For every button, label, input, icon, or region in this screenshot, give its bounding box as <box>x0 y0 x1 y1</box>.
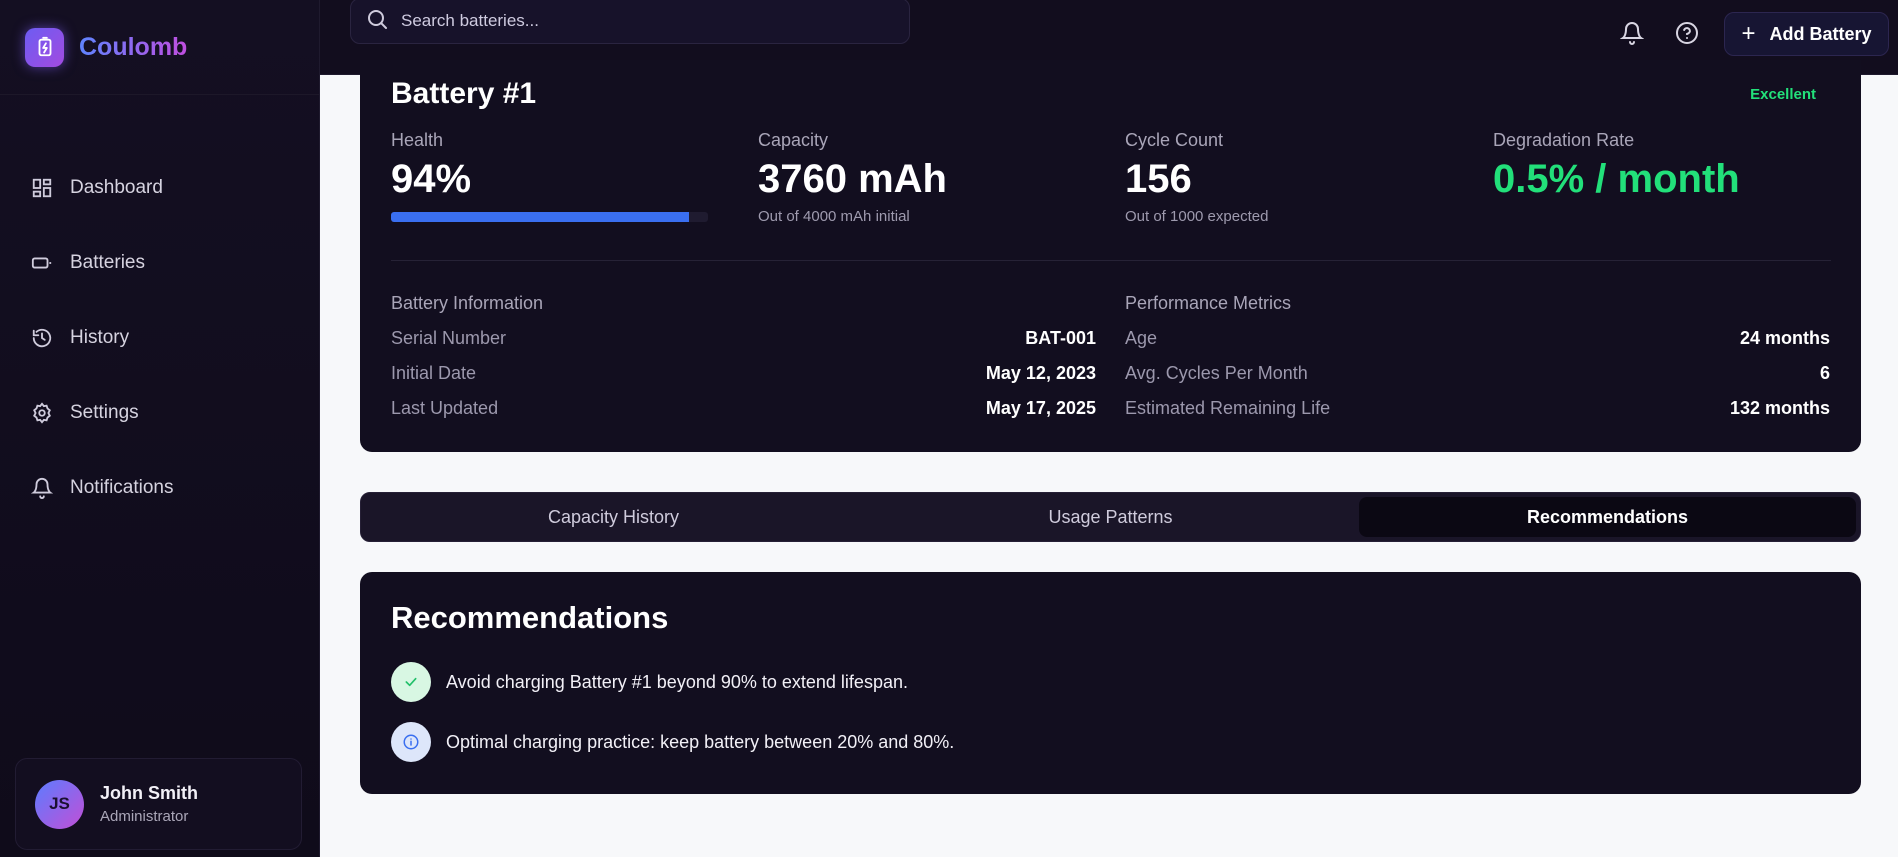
info-row: Estimated Remaining Life 132 months <box>1125 398 1830 433</box>
add-battery-label: Add Battery <box>1769 23 1872 44</box>
health-progress-fill <box>391 212 689 222</box>
brand[interactable]: Coulomb <box>0 0 319 95</box>
sidebar-item-history[interactable]: History <box>0 300 319 375</box>
sidebar-item-batteries[interactable]: Batteries <box>0 225 319 300</box>
info-row: Serial Number BAT-001 <box>391 328 1096 363</box>
add-battery-button[interactable]: + Add Battery <box>1724 12 1889 56</box>
sidebar-nav: Dashboard Batteries History Settings Not… <box>0 150 319 525</box>
metric-sub: Out of 1000 expected <box>1125 208 1269 225</box>
metric-value: 0.5% / month <box>1493 157 1740 201</box>
sidebar-item-dashboard[interactable]: Dashboard <box>0 150 319 225</box>
health-metric: Health 94% <box>391 130 711 222</box>
user-role: Administrator <box>100 808 189 825</box>
info-row: Age 24 months <box>1125 328 1830 363</box>
dashboard-icon <box>30 176 54 200</box>
tab-usage-patterns[interactable]: Usage Patterns <box>862 497 1359 537</box>
info-icon <box>391 722 431 762</box>
info-row: Last Updated May 17, 2025 <box>391 398 1096 433</box>
sidebar-item-notifications[interactable]: Notifications <box>0 450 319 525</box>
battery-logo-icon <box>25 27 64 67</box>
section-heading: Battery Information <box>391 293 544 313</box>
sidebar-item-label: Dashboard <box>70 176 163 198</box>
recommendation-text: Optimal charging practice: keep battery … <box>446 731 955 752</box>
info-value: May 17, 2025 <box>985 398 1096 418</box>
sidebar-item-settings[interactable]: Settings <box>0 375 319 450</box>
battery-title: Battery #1 <box>391 77 537 110</box>
status-badge: Excellent <box>1750 86 1816 103</box>
info-value: May 12, 2023 <box>985 363 1096 383</box>
detail-tabs: Capacity History Usage Patterns Recommen… <box>360 492 1861 542</box>
app-name: Coulomb <box>79 32 188 61</box>
info-key: Estimated Remaining Life <box>1125 398 1331 418</box>
search-icon <box>365 7 389 36</box>
search-box[interactable] <box>350 0 910 44</box>
info-value: 132 months <box>1729 398 1830 418</box>
avatar: JS <box>35 779 84 829</box>
info-key: Initial Date <box>391 363 477 383</box>
sidebar-item-label: Settings <box>70 401 139 423</box>
sidebar-item-label: Batteries <box>70 251 145 273</box>
bell-icon <box>30 476 54 500</box>
info-row: Initial Date May 12, 2023 <box>391 363 1096 398</box>
info-key: Last Updated <box>391 398 499 418</box>
recommendations-card: Recommendations Avoid charging Battery #… <box>360 572 1861 794</box>
sidebar-item-label: Notifications <box>70 476 174 498</box>
section-heading: Performance Metrics <box>1125 293 1292 313</box>
user-name: John Smith <box>100 783 198 803</box>
battery-icon <box>30 251 54 275</box>
info-key: Serial Number <box>391 328 507 348</box>
tab-capacity-history[interactable]: Capacity History <box>365 497 862 537</box>
recommendation-item: Optimal charging practice: keep battery … <box>391 722 954 762</box>
notifications-bell-icon[interactable] <box>1619 20 1645 46</box>
info-value: BAT-001 <box>1025 328 1096 348</box>
metric-value: 156 <box>1125 157 1192 201</box>
sidebar-item-label: History <box>70 326 130 348</box>
metric-value: 3760 mAh <box>758 157 947 201</box>
sidebar: Coulomb Dashboard Batteries History Sett… <box>0 0 320 857</box>
recommendation-item: Avoid charging Battery #1 beyond 90% to … <box>391 662 908 702</box>
metric-label: Capacity <box>758 130 829 150</box>
info-key: Age <box>1125 328 1158 348</box>
history-icon <box>30 326 54 350</box>
metric-label: Health <box>391 130 444 150</box>
performance-metrics: Performance Metrics Age 24 months Avg. C… <box>1125 293 1830 433</box>
metric-label: Cycle Count <box>1125 130 1224 150</box>
plus-icon: + <box>1741 20 1756 47</box>
metric-label: Degradation Rate <box>1493 130 1635 150</box>
cycle-count-metric: Cycle Count 156 Out of 1000 expected <box>1125 130 1445 225</box>
info-row: Avg. Cycles Per Month 6 <box>1125 363 1830 398</box>
divider <box>391 260 1831 261</box>
user-profile[interactable]: JS John Smith Administrator <box>15 758 302 850</box>
help-icon[interactable] <box>1674 20 1700 46</box>
recommendation-text: Avoid charging Battery #1 beyond 90% to … <box>446 671 908 692</box>
degradation-metric: Degradation Rate 0.5% / month <box>1493 130 1853 202</box>
info-key: Avg. Cycles Per Month <box>1125 363 1308 383</box>
battery-information: Battery Information Serial Number BAT-00… <box>391 293 1096 433</box>
battery-overview-card: Battery #1 Excellent Health 94% Capacity… <box>360 60 1861 452</box>
capacity-metric: Capacity 3760 mAh Out of 4000 mAh initia… <box>758 130 1078 225</box>
info-value: 24 months <box>1739 328 1830 348</box>
metric-value: 94% <box>391 157 472 201</box>
info-value: 6 <box>1819 363 1830 383</box>
metric-sub: Out of 4000 mAh initial <box>758 208 910 225</box>
gear-icon <box>30 401 54 425</box>
check-icon <box>391 662 431 702</box>
health-progress-bar <box>391 212 708 222</box>
recommendations-title: Recommendations <box>391 600 669 635</box>
tab-recommendations[interactable]: Recommendations <box>1359 497 1856 537</box>
search-input[interactable] <box>401 11 881 31</box>
